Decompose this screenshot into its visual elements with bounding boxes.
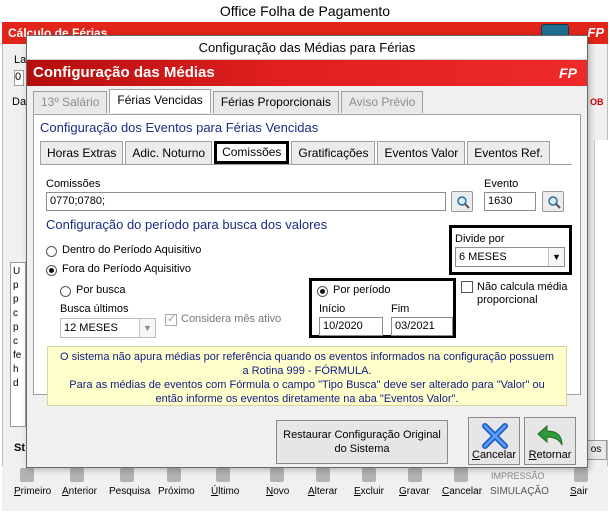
background-right-text: OB <box>590 97 604 107</box>
return-button[interactable]: Retornar <box>524 417 576 465</box>
tab-ferias-vencidas[interactable]: Férias Vencidas <box>109 89 211 113</box>
radio-dentro-periodo[interactable] <box>46 246 57 257</box>
restore-config-button[interactable]: Restaurar Configuração Original do Siste… <box>276 420 448 464</box>
toolbar-delete[interactable]: Excluir <box>354 486 384 497</box>
search-icon <box>548 196 561 209</box>
busca-ultimos-label: Busca últimos <box>60 303 129 315</box>
dialog-logo: FP <box>559 65 577 81</box>
toolbar-save[interactable]: Gravar <box>399 486 430 497</box>
divide-por-label: Divide por <box>455 233 505 245</box>
info-message: O sistema não apura médias por referênci… <box>47 346 567 406</box>
exit-icon <box>574 468 588 482</box>
toolbar-next[interactable]: Próximo <box>158 486 195 497</box>
section-title-period: Configuração do período para busca dos v… <box>46 217 328 232</box>
cancel-button-label: Cancelar <box>471 449 517 461</box>
main-tabs: 13º Salário Férias Vencidas Férias Propo… <box>33 89 425 113</box>
dialog-header: Configuração das Médias <box>27 60 587 86</box>
radio-por-periodo-label: Por período <box>333 284 391 296</box>
config-dialog: Configuração das Médias para Férias Conf… <box>26 35 588 468</box>
background-toolbar: Primeiro Anterior Pesquisa Próximo Últim… <box>2 466 608 511</box>
radio-fora-periodo-label: Fora do Período Aquisitivo <box>62 263 192 275</box>
app-title: Office Folha de Pagamento <box>0 0 610 22</box>
toolbar-exit[interactable]: Sair <box>570 486 588 497</box>
event-tabs: Horas Extras Adic. Noturno Comissões Gra… <box>40 141 552 164</box>
background-label-st: St <box>14 442 25 454</box>
toolbar-cancel[interactable]: Cancelar <box>442 486 482 497</box>
return-button-label: Retornar <box>528 449 572 461</box>
toolbar-last[interactable]: Último <box>211 486 239 497</box>
search-icon <box>457 196 470 209</box>
fim-field[interactable]: 03/2021 <box>391 317 453 336</box>
divide-por-value: 6 MESES <box>459 251 507 263</box>
undo-arrow-icon <box>537 424 563 446</box>
new-record-icon <box>270 468 284 482</box>
search-record-icon <box>120 468 134 482</box>
cancel-record-icon <box>454 468 468 482</box>
dialog-title: Configuração das Médias para Férias <box>27 36 587 60</box>
background-right-button[interactable]: os <box>585 440 607 460</box>
toolbar-simulation[interactable]: SIMULAÇÃO <box>490 486 549 497</box>
info-line-2: a Rotina 999 - FÓRMULA. <box>242 365 372 377</box>
close-icon <box>482 423 508 449</box>
background-panel-text: U p p c p c fe h d <box>13 266 22 389</box>
tab-eventos-ref[interactable]: Eventos Ref. <box>467 141 550 164</box>
last-record-icon <box>216 468 230 482</box>
tab-gratificacoes[interactable]: Gratificações <box>291 141 376 164</box>
tab-adic-noturno[interactable]: Adic. Noturno <box>125 141 213 164</box>
tab-13-salario: 13º Salário <box>33 91 108 113</box>
tab-horas-extras[interactable]: Horas Extras <box>40 141 124 164</box>
delete-record-icon <box>362 468 376 482</box>
info-line-1: O sistema não apura médias por referênci… <box>59 351 555 363</box>
background-label-la: La <box>14 54 27 66</box>
toolbar-first[interactable]: Primeiro <box>14 486 51 497</box>
considera-mes-ativo-label: Considera mês ativo <box>181 313 282 325</box>
busca-ultimos-value: 12 MESES <box>64 322 118 334</box>
first-record-icon <box>20 468 34 482</box>
next-record-icon <box>167 468 181 482</box>
evento-search-button[interactable] <box>542 191 564 212</box>
info-line-3: Para as médias de eventos com Fórmula o … <box>69 379 545 391</box>
radio-por-busca[interactable] <box>60 286 71 297</box>
chevron-down-icon: ▼ <box>548 248 564 266</box>
section-title-events: Configuração dos Eventos para Férias Ven… <box>40 120 319 135</box>
toolbar-new[interactable]: Novo <box>266 486 289 497</box>
comissoes-label: Comissões <box>46 178 101 190</box>
divide-por-select[interactable]: 6 MESES ▼ <box>455 247 565 267</box>
info-line-4: então informe os eventos diretamente na … <box>155 393 459 405</box>
cancel-button[interactable]: Cancelar <box>468 417 520 465</box>
inicio-field[interactable]: 10/2020 <box>319 317 383 336</box>
considera-mes-ativo-checkbox[interactable] <box>165 312 177 326</box>
nao-calcula-checkbox[interactable] <box>461 281 473 293</box>
toolbar-print-label: IMPRESSÃO <box>491 471 545 481</box>
save-record-icon <box>408 468 422 482</box>
nao-calcula-label: Não calcula média proporcional <box>477 281 568 306</box>
background-logo: FP <box>587 25 604 40</box>
evento-field[interactable]: 1630 <box>484 192 536 211</box>
tab-ferias-proporcionais[interactable]: Férias Proporcionais <box>212 91 339 113</box>
toolbar-edit[interactable]: Alterar <box>308 486 337 497</box>
busca-ultimos-select[interactable]: 12 MESES ▼ <box>60 318 156 338</box>
comissoes-field[interactable]: 0770;0780; <box>46 192 446 211</box>
radio-por-busca-label: Por busca <box>76 284 126 296</box>
tab-eventos-valor[interactable]: Eventos Valor <box>377 141 466 164</box>
background-text-panel: U p p c p c fe h d <box>10 262 26 427</box>
fim-label: Fim <box>391 303 410 315</box>
event-tabs-divider <box>40 164 572 165</box>
chevron-down-icon: ▼ <box>139 319 155 337</box>
radio-por-periodo[interactable] <box>317 286 328 297</box>
background-right-panel <box>594 140 608 440</box>
toolbar-search[interactable]: Pesquisa <box>109 486 150 497</box>
radio-dentro-periodo-label: Dentro do Período Aquisitivo <box>62 244 202 256</box>
previous-record-icon <box>70 468 84 482</box>
radio-fora-periodo[interactable] <box>46 265 57 276</box>
inicio-label: Início <box>319 303 346 315</box>
edit-record-icon <box>316 468 330 482</box>
tab-aviso-previo: Aviso Prévio <box>340 91 424 113</box>
tab-comissoes[interactable]: Comissões <box>214 141 290 164</box>
background-label-da: Da <box>12 96 27 108</box>
background-field: 0 <box>14 70 24 86</box>
comissoes-search-button[interactable] <box>451 191 473 212</box>
toolbar-previous[interactable]: Anterior <box>62 486 97 497</box>
evento-label: Evento <box>484 178 519 190</box>
